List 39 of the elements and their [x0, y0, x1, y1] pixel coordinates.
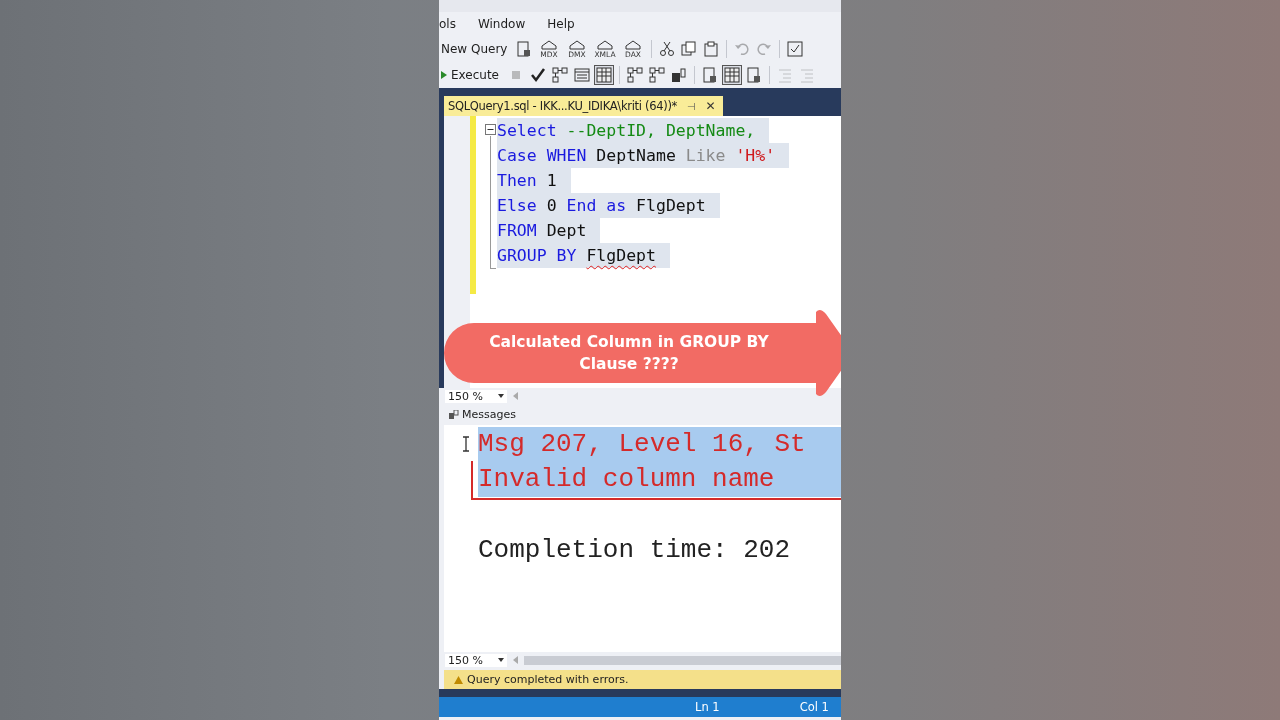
clipboard-icon[interactable]: [702, 40, 721, 58]
caret-icon[interactable]: [498, 394, 504, 398]
scissors-icon[interactable]: [658, 40, 677, 58]
diagram-icon[interactable]: [551, 66, 569, 84]
messages-tab[interactable]: Messages: [449, 408, 516, 421]
play-icon[interactable]: [441, 71, 447, 79]
zoom-dropdown[interactable]: 150 %: [445, 389, 507, 403]
tab-title: SQLQuery1.sql - IKK...KU_IDIKA\kriti (64))*: [448, 99, 678, 113]
scrollbar[interactable]: [524, 655, 841, 665]
new-query-button[interactable]: New Query: [441, 42, 512, 56]
checkmark-icon[interactable]: [529, 66, 547, 84]
messages-icon: [449, 409, 459, 420]
error-message: Invalid column name: [478, 462, 841, 497]
chart-icon[interactable]: [670, 66, 688, 84]
menu-item[interactable]: Window: [477, 17, 526, 31]
error-message: Msg 207, Level 16, St: [478, 427, 841, 462]
column-number-text: Col 1: [799, 700, 829, 714]
diagram-icon[interactable]: [648, 66, 666, 84]
menu-item[interactable]: ols: [439, 17, 456, 31]
collapse-icon[interactable]: [485, 124, 496, 135]
text-cursor-icon: [461, 436, 471, 452]
close-button[interactable]: ✕: [705, 99, 716, 113]
menu-item[interactable]: Help: [547, 17, 575, 31]
panel-icon[interactable]: [786, 40, 805, 58]
window-icon[interactable]: [573, 66, 591, 84]
line-number-text: Ln 1: [695, 700, 720, 714]
copy-icon[interactable]: [680, 40, 699, 58]
caret-icon[interactable]: [498, 658, 504, 662]
diagram-icon[interactable]: [626, 66, 644, 84]
completion-time-text: Completion time: 202: [478, 534, 792, 567]
execute-button[interactable]: Execute: [451, 68, 503, 82]
grid-icon[interactable]: [595, 66, 613, 84]
status-text: Query completed with errors.: [467, 673, 629, 686]
zoom-dropdown[interactable]: 150 %: [445, 653, 507, 667]
pin-button[interactable]: ⊣: [687, 100, 696, 112]
grid-icon[interactable]: [723, 66, 741, 84]
document-icon[interactable]: [701, 66, 719, 84]
document-tab[interactable]: SQLQuery1.sql - IKK...KU_IDIKA\kriti (64))* ⊣ ✕: [444, 96, 724, 116]
document-icon[interactable]: [745, 66, 763, 84]
